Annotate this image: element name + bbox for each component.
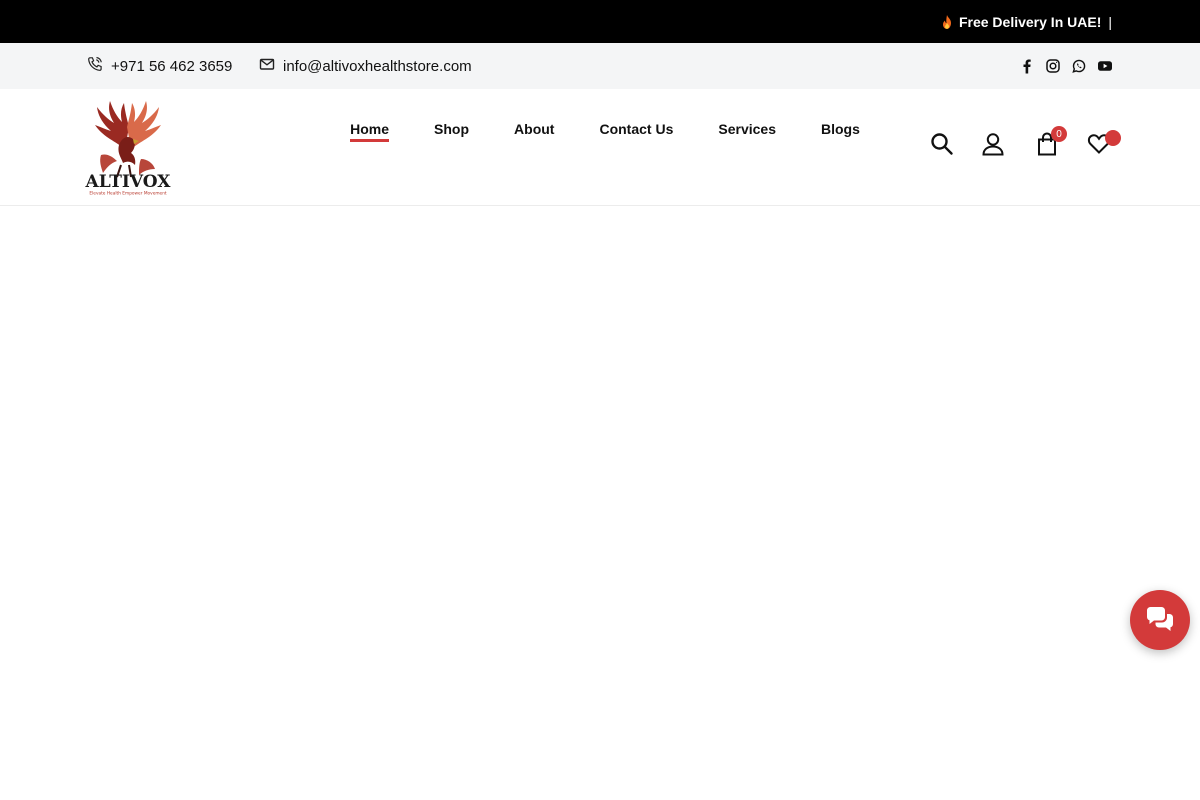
email-address: info@altivoxhealthstore.com [283,57,472,75]
envelope-icon [259,56,275,76]
phone-icon [87,56,103,76]
account-icon[interactable] [980,131,1006,157]
cart-count-badge: 0 [1051,126,1067,142]
facebook-icon[interactable] [1019,58,1035,74]
chat-bubbles-icon [1147,607,1173,631]
announcement-bar: Free Delivery In UAE! | [0,0,1200,43]
search-icon[interactable] [929,131,955,157]
announcement-separator: | [1108,13,1112,30]
announcement-text: Free Delivery In UAE! [958,13,1102,30]
phone-number: +971 56 462 3659 [111,57,233,75]
header-actions: 0 [0,89,1200,206]
fire-icon [939,14,955,30]
site-header: ALTIVOX Elevate Health Empower Movement … [0,89,1200,206]
contact-bar: +971 56 462 3659 info@altivoxhealthstore… [0,43,1200,89]
youtube-icon[interactable] [1097,58,1113,74]
social-links [1019,43,1113,89]
wishlist-count-badge [1105,130,1121,146]
phone-contact[interactable]: +971 56 462 3659 [87,43,232,89]
instagram-icon[interactable] [1045,58,1061,74]
announcement-message: Free Delivery In UAE! | [939,0,1112,43]
whatsapp-icon[interactable] [1071,58,1087,74]
email-contact[interactable]: info@altivoxhealthstore.com [259,43,472,89]
chat-button[interactable] [1130,590,1190,650]
